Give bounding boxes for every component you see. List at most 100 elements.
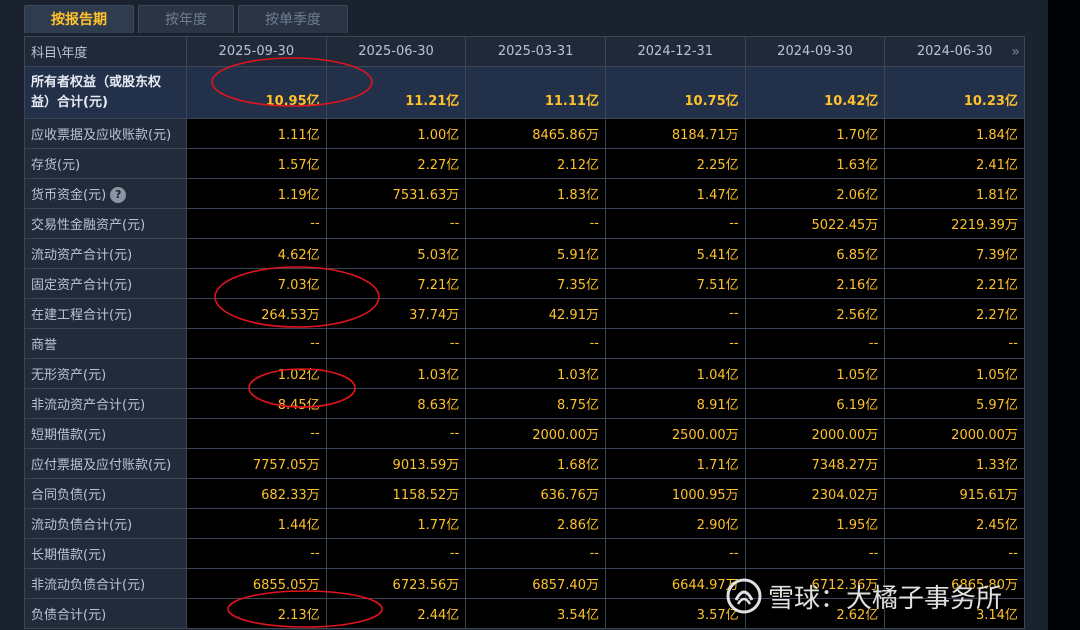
right-edge [1048, 0, 1080, 630]
cell-value: 2.21亿 [884, 268, 1025, 299]
row-label: 交易性金融资产(元) [24, 208, 187, 239]
row-label-text: 固定资产合计(元) [31, 278, 133, 293]
period-tabs: 按报告期 按年度 按单季度 [24, 5, 352, 35]
cell-value: 1.02亿 [186, 358, 327, 389]
cell-value: 7348.27万 [744, 448, 886, 479]
header-date[interactable]: 2024-06-30 [917, 44, 993, 59]
tab-by-year[interactable]: 按年度 [138, 5, 234, 33]
cell-value: 1.57亿 [186, 148, 327, 179]
cell-value: 8.75亿 [465, 388, 606, 419]
cell-value: -- [325, 418, 467, 449]
header-date[interactable]: 2025-06-30 [325, 36, 467, 67]
table-row: 货币资金(元)? 1.19亿 7531.63万 1.83亿 1.47亿 2.06亿 1.81… [24, 178, 1025, 209]
table-row: 流动负债合计(元) 1.44亿 1.77亿 2.86亿 2.90亿 1.95亿 2.45亿 [24, 508, 1025, 539]
cell-value: 2000.00万 [744, 418, 886, 449]
table-row: 非流动资产合计(元) 8.45亿 8.63亿 8.75亿 8.91亿 6.19亿 5.97亿 [24, 388, 1025, 419]
row-label: 流动资产合计(元) [24, 238, 187, 269]
cell-value: 682.33万 [186, 478, 327, 509]
cell-value: 1.05亿 [744, 358, 886, 389]
cell-value: 1.11亿 [186, 118, 327, 149]
cell-value: -- [604, 328, 746, 359]
cell-value: -- [465, 208, 606, 239]
cell-value: 10.75亿 [604, 66, 746, 119]
help-icon[interactable]: ? [110, 187, 127, 204]
equity-row: 所有者权益（或股东权益）合计(元) 10.95亿 11.21亿 11.11亿 1… [24, 66, 1025, 119]
tab-by-quarter[interactable]: 按单季度 [238, 5, 348, 33]
table-row: 长期借款(元) -- -- -- -- -- -- [24, 538, 1025, 569]
cell-value: -- [186, 418, 327, 449]
cell-value: -- [604, 298, 746, 329]
cell-value: 5.97亿 [884, 388, 1025, 419]
cell-value: 7.21亿 [325, 268, 467, 299]
cell-value: 1.19亿 [186, 178, 327, 209]
row-label-text: 商誉 [31, 338, 58, 353]
cell-value: -- [744, 538, 886, 569]
cell-value: 5022.45万 [744, 208, 886, 239]
cell-value: 7.39亿 [884, 238, 1025, 269]
header-date[interactable]: 2024-09-30 [744, 36, 886, 67]
row-label: 应收票据及应收账款(元) [24, 118, 187, 149]
cell-value: -- [884, 328, 1025, 359]
cell-value: 2000.00万 [884, 418, 1025, 449]
cell-value: -- [325, 208, 467, 239]
tab-by-report-period[interactable]: 按报告期 [24, 5, 134, 33]
cell-value: -- [604, 538, 746, 569]
row-label-text: 短期借款(元) [31, 428, 107, 443]
cell-value: -- [465, 538, 606, 569]
cell-value: 2000.00万 [465, 418, 606, 449]
cell-value: 7.03亿 [186, 268, 327, 299]
row-label-text: 流动负债合计(元) [31, 518, 133, 533]
row-label-text: 在建工程合计(元) [31, 308, 133, 323]
row-label: 合同负债(元) [24, 478, 187, 509]
row-label-text: 合同负债(元) [31, 488, 107, 503]
cell-value: 2.13亿 [186, 598, 327, 629]
cell-value: 5.91亿 [465, 238, 606, 269]
cell-value: 10.23亿 [884, 66, 1025, 119]
cell-value: 2.12亿 [465, 148, 606, 179]
row-label-text: 非流动资产合计(元) [31, 398, 146, 413]
cell-value: 2.16亿 [744, 268, 886, 299]
row-label-text: 货币资金(元) [31, 187, 107, 203]
row-label-text: 负债合计(元) [31, 608, 107, 623]
more-columns-icon[interactable]: » [1011, 44, 1020, 60]
cell-value: 6723.56万 [325, 568, 467, 599]
cell-value: 2219.39万 [884, 208, 1025, 239]
cell-value: 10.95亿 [186, 66, 327, 119]
header-date[interactable]: 2024-12-31 [604, 36, 746, 67]
cell-value: 37.74万 [325, 298, 467, 329]
row-label: 固定资产合计(元) [24, 268, 187, 299]
row-label-text: 长期借款(元) [31, 548, 107, 563]
cell-value: 1.44亿 [186, 508, 327, 539]
header-date[interactable]: 2025-09-30 [186, 36, 327, 67]
table-row: 交易性金融资产(元) -- -- -- -- 5022.45万 2219.39万 [24, 208, 1025, 239]
cell-value: 8.45亿 [186, 388, 327, 419]
cell-value: 4.62亿 [186, 238, 327, 269]
cell-value: 1.68亿 [465, 448, 606, 479]
table-row: 短期借款(元) -- -- 2000.00万 2500.00万 2000.00万 2000.… [24, 418, 1025, 449]
table-row: 无形资产(元) 1.02亿 1.03亿 1.03亿 1.04亿 1.05亿 1.05亿 [24, 358, 1025, 389]
cell-value: 8184.71万 [604, 118, 746, 149]
row-label-text: 无形资产(元) [31, 368, 107, 383]
header-date-last: 2024-06-30 » [884, 36, 1025, 67]
cell-value: 11.11亿 [465, 66, 606, 119]
cell-value: 264.53万 [186, 298, 327, 329]
row-label-text: 非流动负债合计(元) [31, 578, 146, 593]
row-label: 应付票据及应付账款(元) [24, 448, 187, 479]
table-row: 商誉 -- -- -- -- -- -- [24, 328, 1025, 359]
cell-value: 7757.05万 [186, 448, 327, 479]
table-row: 流动资产合计(元) 4.62亿 5.03亿 5.91亿 5.41亿 6.85亿 7.39亿 [24, 238, 1025, 269]
cell-value: 636.76万 [465, 478, 606, 509]
row-label: 负债合计(元) [24, 598, 187, 629]
row-label: 长期借款(元) [24, 538, 187, 569]
row-label-text: 应付票据及应付账款(元) [31, 458, 172, 473]
header-date[interactable]: 2025-03-31 [465, 36, 606, 67]
row-label: 非流动负债合计(元) [24, 568, 187, 599]
cell-value: 11.21亿 [325, 66, 467, 119]
cell-value: -- [325, 538, 467, 569]
row-label: 在建工程合计(元) [24, 298, 187, 329]
cell-value: -- [186, 208, 327, 239]
row-label: 短期借款(元) [24, 418, 187, 449]
cell-value: 2.25亿 [604, 148, 746, 179]
cell-value: 1.04亿 [604, 358, 746, 389]
cell-value: -- [465, 328, 606, 359]
